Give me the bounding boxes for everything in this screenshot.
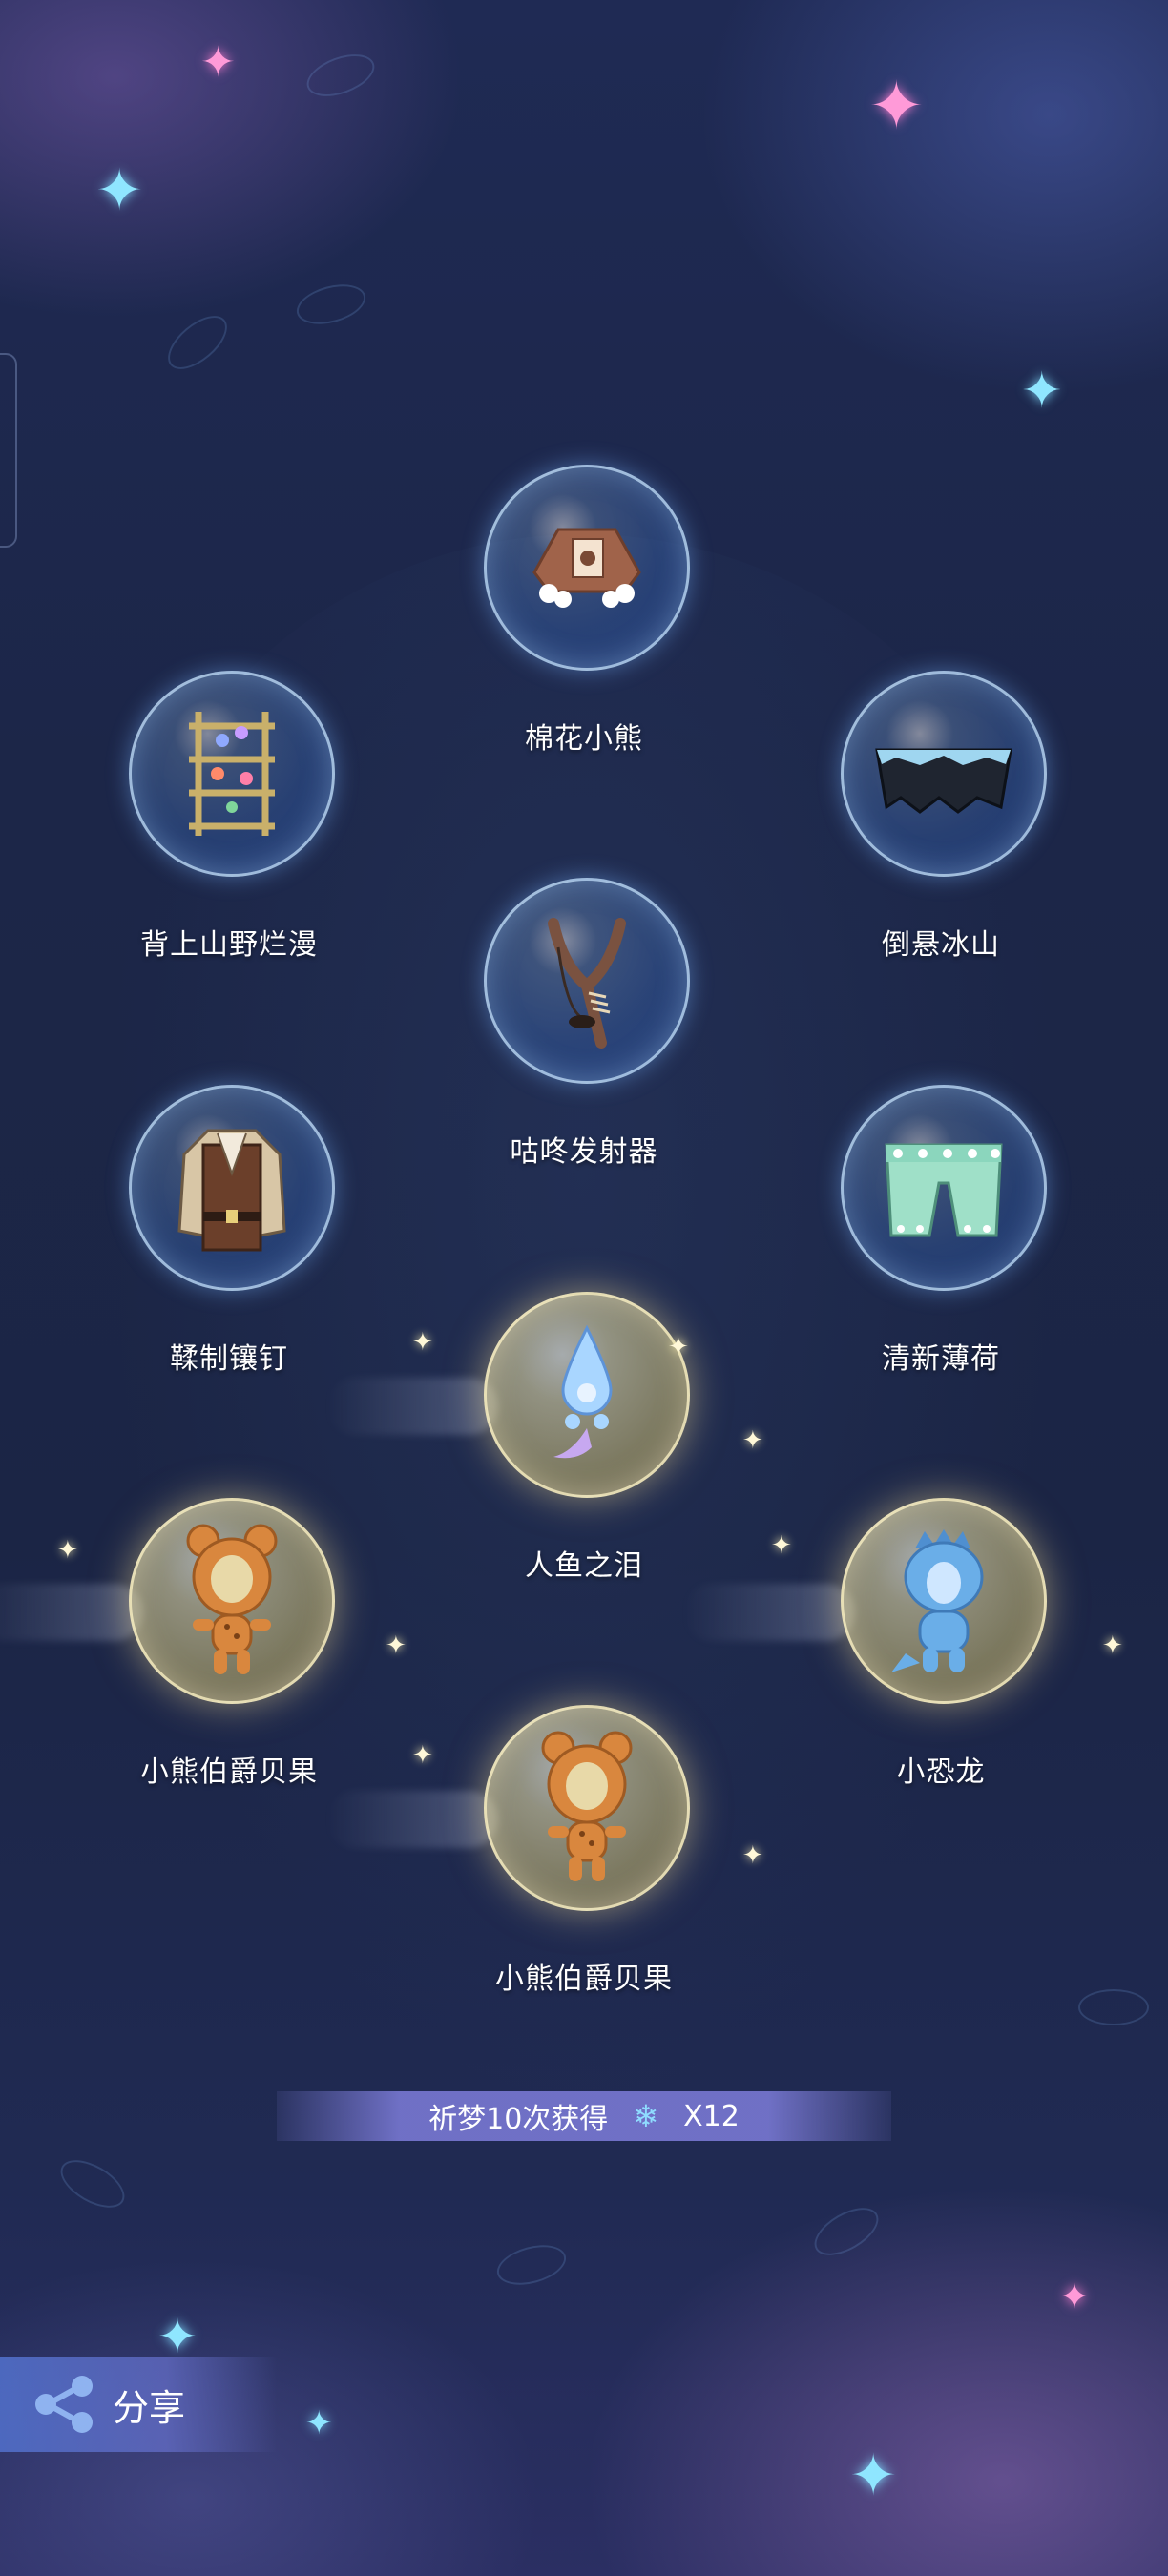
share-button[interactable]: 分享 [0,2357,277,2452]
reward-item[interactable]: 小恐龙 [683,1498,1084,1841]
item-label: 背上山野烂漫 [140,928,318,962]
reward-item[interactable]: 倒悬冰山 [798,671,1084,1014]
item-label: 人鱼之泪 [525,1549,643,1583]
item-label: 小恐龙 [896,1755,986,1789]
share-label: 分享 [113,2386,186,2429]
sparkle-icon: ✦ [57,1536,78,1565]
leather-jacket-icon [177,1129,286,1252]
sparkle-icon: ✦ [1102,1631,1123,1660]
bagel-bear-icon [541,1731,633,1881]
dinosaur-icon [891,1529,984,1672]
fish-decoration [1078,1989,1149,2025]
star-icon: ✦ [305,2404,333,2442]
share-icon [35,2376,93,2433]
reward-item[interactable]: 小熊伯爵贝果 [0,1498,372,1841]
item-label: 棉花小熊 [525,722,643,756]
star-icon: ✦ [1021,363,1063,420]
item-bubble [484,1705,690,1911]
ice-cape-icon [875,748,1012,814]
item-label: 小熊伯爵贝果 [140,1755,318,1789]
item-bubble: ✦ [484,1292,690,1498]
star-icon: ✦ [95,157,144,224]
item-label: 小熊伯爵贝果 [495,1963,673,1996]
item-bubble [484,878,690,1084]
item-label: 倒悬冰山 [882,928,1000,962]
reward-count: X12 [683,2099,740,2133]
fish-decoration [158,305,237,380]
reward-text: 祈梦10次获得 [428,2103,609,2136]
glow-trail [683,1584,855,1641]
reward-item[interactable]: 背上山野烂漫 [86,671,372,1014]
sparkle-icon: ✦ [742,1426,763,1455]
side-tab[interactable] [0,353,17,548]
sparkle-icon: ✦ [412,1328,433,1357]
reward-item[interactable]: 咕咚发射器 [441,878,727,1221]
item-bubble [841,671,1047,877]
flower-trellis-icon [189,712,275,836]
sparkle-icon: ✦ [412,1741,433,1770]
reward-item[interactable]: 清新薄荷 [798,1085,1084,1428]
mermaid-tear-icon [553,1324,613,1459]
sparkle-icon: ✦ [668,1333,689,1361]
item-bubble [841,1498,1047,1704]
item-bubble [484,465,690,671]
star-icon: ✦ [1059,2275,1090,2317]
reward-item[interactable]: 棉花小熊 [441,465,727,808]
slingshot-icon [548,918,626,1049]
item-bubble [129,1498,335,1704]
glow-trail [0,1584,143,1641]
star-icon: ✦ [868,67,925,145]
item-label: 咕咚发射器 [510,1135,658,1169]
bagel-bear-icon [186,1524,278,1674]
fish-decoration [301,46,381,105]
sparkle-icon: ✦ [771,1531,792,1560]
fish-decoration [492,2238,571,2292]
sparkle-icon: ✦ [386,1631,407,1660]
sparkle-icon: ✦ [742,1841,763,1870]
reward-item[interactable]: 小熊伯爵贝果 [326,1705,727,2048]
glow-trail [326,1378,498,1435]
mint-shorts-icon [885,1143,1003,1237]
item-bubble [129,671,335,877]
item-label: 清新薄荷 [882,1342,1000,1376]
star-icon: ✦ [849,2442,898,2509]
reward-item[interactable]: 鞣制镶钉 [86,1085,372,1428]
star-icon: ✦ [200,38,236,87]
bear-cape-icon [532,528,641,608]
fish-decoration [292,278,370,331]
reward-summary-bar: 祈梦10次获得 ❄ X12 [277,2091,891,2141]
item-bubble [129,1085,335,1291]
glow-trail [326,1791,498,1848]
item-bubble [841,1085,1047,1291]
fish-decoration [52,2150,133,2217]
item-label: 鞣制镶钉 [170,1342,288,1376]
reward-item[interactable]: ✦ 人鱼之泪 [326,1292,727,1635]
fish-decoration [806,2198,886,2265]
snowflake-icon: ❄ [633,2098,659,2134]
